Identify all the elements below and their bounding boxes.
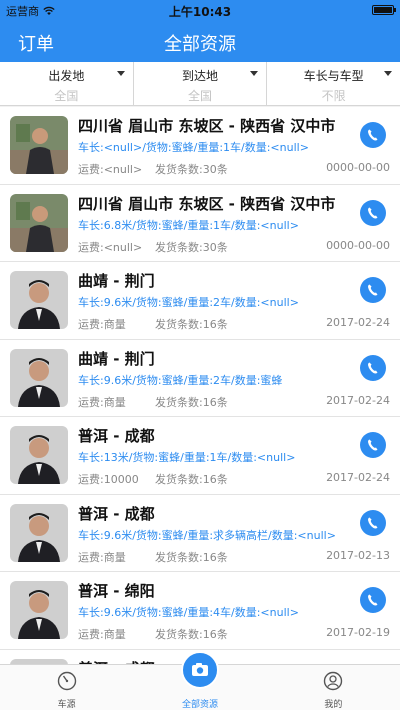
- filter-origin-value: 全国: [54, 89, 79, 103]
- camera-button[interactable]: [180, 651, 219, 689]
- freight-label: 运费:商量: [78, 318, 126, 331]
- tab-vehicles[interactable]: 车源: [0, 665, 133, 710]
- avatar: [10, 503, 68, 562]
- resource-list[interactable]: 四川省 眉山市 东坡区 - 陕西省 汉中市车长:<null>/货物:蜜蜂/重量:…: [0, 107, 400, 664]
- tab-profile-label: 我的: [324, 700, 343, 710]
- route-title: 普洱 - 成都: [78, 504, 155, 523]
- filter-origin-label: 出发地: [48, 69, 85, 83]
- call-button[interactable]: [360, 432, 386, 458]
- status-time: 上午10:43: [168, 5, 232, 19]
- phone-icon: [368, 362, 378, 373]
- filter-destination-value: 全国: [188, 89, 213, 103]
- shipment-count: 发货条数:16条: [155, 473, 228, 486]
- shipment-count: 发货条数:16条: [155, 628, 228, 641]
- shipment-count: 发货条数:16条: [155, 318, 228, 331]
- call-button[interactable]: [360, 199, 386, 226]
- list-item[interactable]: 四川省 眉山市 东坡区 - 陕西省 汉中市车长:<null>/货物:蜜蜂/重量:…: [0, 107, 400, 185]
- filter-origin[interactable]: 出发地 全国: [0, 62, 134, 105]
- tab-bar: 车源 全部资源 我的: [0, 651, 400, 710]
- freight-label: 运费:商量: [78, 395, 126, 409]
- filter-vehicle-label: 车长与车型: [303, 69, 364, 83]
- cargo-detail: 车长:9.6米/货物:蜜蜂/重量:2车/数量:<null>: [78, 296, 299, 309]
- tab-all-resources-label: 全部资源: [181, 700, 218, 710]
- shipment-count: 发货条数:30条: [155, 163, 228, 176]
- route-title: 曲靖 - 荆门: [78, 272, 155, 290]
- filter-bar: 出发地 全国 到达地 全国 车长与车型 不限: [0, 62, 400, 106]
- list-item[interactable]: 四川省 眉山市 东坡区 - 陕西省 汉中市车长:6.8米/货物:蜜蜂/重量:1车…: [0, 184, 400, 262]
- freight-label: 运费:10000: [78, 473, 139, 486]
- phone-icon: [368, 207, 378, 218]
- freight-label: 运费:商量: [78, 628, 126, 641]
- cargo-detail: 车长:6.8米/货物:蜜蜂/重量:1车/数量:<null>: [78, 218, 299, 232]
- cargo-detail: 车长:<null>/货物:蜜蜂/重量:1车/数量:<null>: [78, 141, 309, 154]
- route-title: 四川省 眉山市 东坡区 - 陕西省 汉中市: [78, 194, 336, 213]
- avatar: [10, 348, 68, 407]
- cargo-detail: 车长:9.6米/货物:蜜蜂/重量:4车/数量:<null>: [78, 606, 299, 619]
- user-icon: [324, 671, 343, 691]
- filter-vehicle-value: 不限: [321, 89, 346, 103]
- post-date: 0000-00-00: [326, 161, 390, 174]
- cargo-detail: 车长:13米/货物:蜜蜂/重量:1车/数量:<null>: [78, 451, 296, 464]
- caret-down-icon: [250, 71, 259, 76]
- call-button[interactable]: [360, 122, 386, 148]
- phone-icon: [368, 594, 378, 606]
- route-title: 四川省 眉山市 东坡区 - 陕西省 汉中市: [78, 117, 336, 135]
- list-item[interactable]: 曲靖 - 荆门车长:9.6米/货物:蜜蜂/重量:2车/数量:<null> 运费:商…: [0, 262, 400, 340]
- post-date: 2017-02-24: [326, 316, 390, 329]
- app-screen: 运营商 上午10:43 订单 全部资源 出发地 全国 到达地 全国 车长与车型 …: [0, 0, 400, 710]
- phone-icon: [368, 439, 378, 451]
- route-title: 普洱 - 绵阳: [78, 582, 155, 600]
- post-date: 2017-02-24: [326, 393, 390, 407]
- shipment-count: 发货条数:16条: [155, 395, 228, 409]
- caret-down-icon: [384, 71, 393, 76]
- post-date: 0000-00-00: [326, 238, 390, 252]
- route-title: 普洱 - 成都: [78, 427, 155, 445]
- cargo-detail: 车长:9.6米/货物:蜜蜂/重量:求多辆高栏/数量:<null>: [78, 528, 336, 542]
- avatar: [10, 193, 68, 252]
- status-bar: 运营商 上午10:43: [0, 0, 400, 20]
- post-date: 2017-02-24: [326, 471, 390, 484]
- filter-vehicle[interactable]: 车长与车型 不限: [267, 62, 400, 105]
- list-item[interactable]: 普洱 - 成都车长:13米/货物:蜜蜂/重量:1车/数量:<null> 运费:10…: [0, 417, 400, 495]
- call-button[interactable]: [360, 587, 386, 613]
- call-button[interactable]: [360, 509, 386, 536]
- list-item[interactable]: 普洱 - 成都车长:9.6米/货物:蜜蜂/重量:求多辆高栏/数量:<null> 运…: [0, 494, 400, 572]
- route-title: 曲靖 - 荆门: [78, 349, 155, 368]
- avatar: [10, 426, 68, 484]
- nav-bar: 订单 全部资源: [0, 20, 400, 62]
- filter-destination[interactable]: 到达地 全国: [134, 62, 268, 105]
- tab-all-resources[interactable]: 全部资源: [133, 651, 266, 710]
- post-date: 2017-02-13: [326, 548, 390, 562]
- avatar: [10, 271, 68, 329]
- avatar: [10, 116, 68, 174]
- list-item[interactable]: 曲靖 - 荆门车长:9.6米/货物:蜜蜂/重量:2车/数量:蜜蜂 运费:商量 发货条…: [0, 339, 400, 417]
- post-date: 2017-02-19: [326, 626, 390, 639]
- camera-icon: [191, 663, 208, 676]
- battery-icon: [372, 5, 396, 15]
- list-item[interactable]: 普洱 - 绵阳车长:9.6米/货物:蜜蜂/重量:4车/数量:<null> 运费:商…: [0, 572, 400, 650]
- freight-label: 运费:<null>: [78, 240, 143, 254]
- filter-destination-label: 到达地: [182, 69, 219, 83]
- tab-profile[interactable]: 我的: [267, 665, 400, 710]
- freight-label: 运费:<null>: [78, 163, 143, 176]
- phone-icon: [368, 129, 378, 141]
- tab-vehicles-label: 车源: [57, 700, 76, 710]
- call-button[interactable]: [360, 354, 386, 381]
- gauge-icon: [57, 671, 76, 691]
- shipment-count: 发货条数:30条: [155, 240, 228, 254]
- phone-icon: [368, 517, 378, 528]
- freight-label: 运费:商量: [78, 550, 126, 564]
- shipment-count: 发货条数:16条: [155, 550, 228, 564]
- page-title: 全部资源: [164, 34, 236, 55]
- cargo-detail: 车长:9.6米/货物:蜜蜂/重量:2车/数量:蜜蜂: [78, 373, 283, 387]
- avatar: [10, 581, 68, 639]
- caret-down-icon: [116, 71, 125, 76]
- call-button[interactable]: [360, 277, 386, 303]
- phone-icon: [368, 284, 378, 296]
